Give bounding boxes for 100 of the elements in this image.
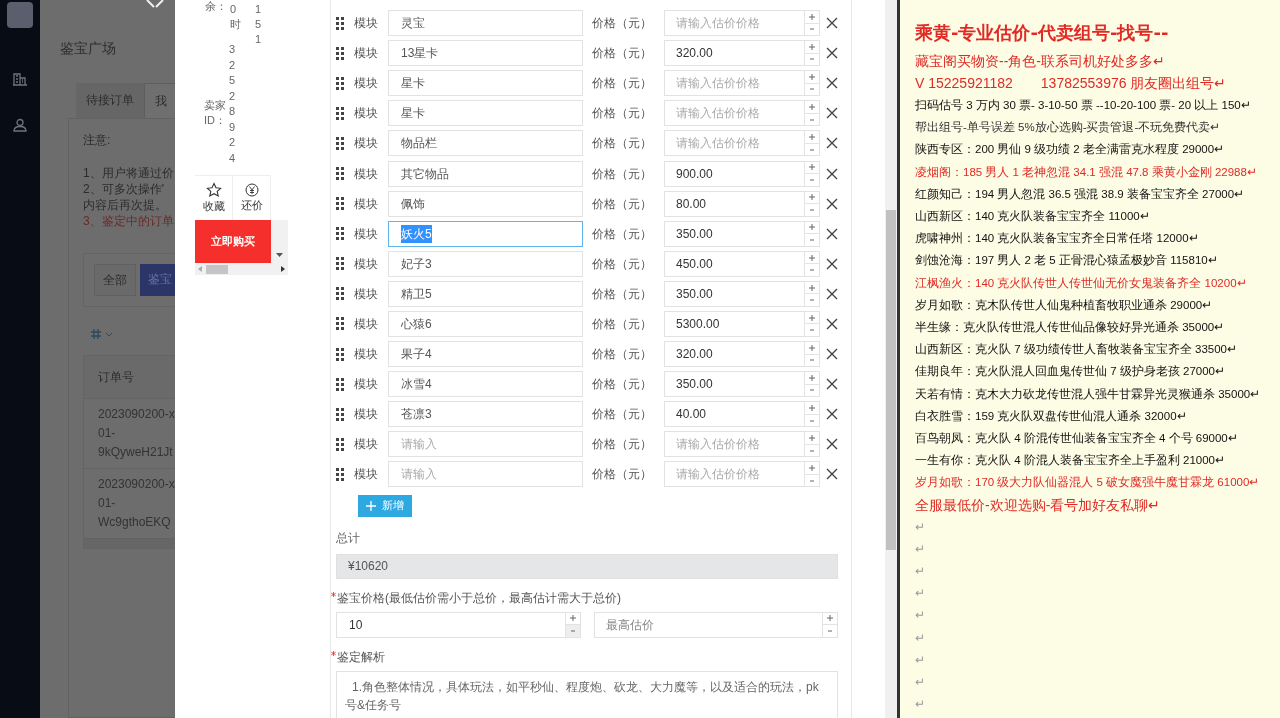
document-line: 陕西专区：200 男仙 9 级功绩 2 老全满雷克水程度 29000↵ [915,143,1225,156]
notice-line: 2、可多次操作' [83,181,165,197]
building-icon[interactable] [13,72,27,86]
close-icon[interactable] [826,47,838,60]
document-line: ↵ [915,676,925,689]
module-name-field[interactable]: 灵宝 [388,10,583,37]
drag-handle-icon[interactable] [336,437,344,451]
buy-now-button[interactable]: 立即购买 [195,220,271,263]
module-name-field[interactable]: 其它物品 [388,160,583,187]
drag-handle-icon[interactable] [336,106,344,120]
minus-icon [810,238,814,241]
document-line: ↵ [915,587,925,600]
drag-handle-icon[interactable] [336,76,344,90]
close-icon[interactable] [826,227,838,240]
close-icon[interactable] [826,438,838,451]
price-field[interactable]: 5300.00 [664,311,820,337]
close-icon[interactable] [826,408,838,421]
minus-icon [810,28,814,31]
close-icon[interactable] [826,167,838,180]
field-label: 价格（元） [592,316,653,333]
price-field[interactable]: 350.00 [664,220,820,247]
drag-handle-icon[interactable] [336,46,344,60]
drag-handle-icon[interactable] [336,317,344,331]
document-line: 江枫渔火：140 克火队传世人传世仙无价女鬼装备齐全 10200↵ [915,276,1247,289]
vertical-scrollbar[interactable] [885,0,897,718]
price-field[interactable]: 80.00 [664,190,820,217]
drag-handle-icon[interactable] [336,167,344,180]
close-icon[interactable] [826,318,838,330]
drag-handle-icon[interactable] [336,197,344,211]
minus-icon [571,629,575,632]
seller-info-text: 32528924 [229,42,237,166]
close-icon[interactable] [826,17,838,30]
field-label: 模块 [354,15,379,33]
scroll-left-icon [198,266,202,272]
vertical-scrollbar[interactable] [271,220,288,263]
close-icon[interactable] [826,77,838,90]
drag-handle-icon[interactable] [336,136,344,150]
close-icon[interactable] [826,137,838,150]
close-icon[interactable] [826,348,838,361]
close-icon[interactable] [826,197,838,210]
user-icon[interactable] [13,118,27,132]
field-label: 模块 [354,346,379,364]
price-field[interactable]: 320.00 [664,40,820,67]
document-line: 藏宝阁买物资--角色-联系司机好处多多↵ [915,53,1165,69]
drag-handle-icon[interactable] [336,377,344,391]
field-label: 模块 [354,406,379,424]
drag-handle-icon[interactable] [336,227,344,241]
field-label: 模块 [354,285,379,303]
drag-handle-icon[interactable] [336,257,344,271]
seller-info-text: 余： [205,0,227,12]
drag-handle-icon[interactable] [336,347,344,361]
field-label: 模块 [354,466,379,484]
close-icon[interactable] [826,287,838,300]
price-field[interactable]: 450.00 [664,250,820,277]
plus-icon [827,615,833,622]
price-field[interactable]: 900.00 [664,160,820,187]
plus-icon [570,615,576,622]
close-icon[interactable] [826,468,838,481]
module-name-field[interactable]: 13星卡 [388,40,583,67]
field-label: 模块 [354,135,379,153]
close-icon[interactable] [826,378,838,391]
max-price-field[interactable]: 最高估价 [594,611,838,638]
price-field[interactable]: 320.00 [664,341,820,368]
module-name-field[interactable]: 心猿6 [388,311,583,337]
plus-icon [809,194,815,201]
minus-icon [810,58,814,61]
module-name-field[interactable]: 佩饰 [388,190,583,217]
field-label: 模块 [354,316,379,333]
minus-icon [810,389,814,392]
field-label: 价格（元） [592,75,653,93]
close-icon[interactable] [826,107,838,120]
min-price-field[interactable]: 10 [336,611,581,638]
module-name-field[interactable]: 妃子3 [388,250,583,277]
horizontal-scrollbar[interactable] [195,263,288,275]
price-field[interactable]: 350.00 [664,371,820,398]
field-label: 价格（元） [592,105,653,123]
drag-handle-icon[interactable] [336,407,344,421]
document-line: 佳期良年：克火队混人回血鬼传世仙 7 级护身老孩 27000↵ [915,365,1225,378]
drag-handle-icon[interactable] [336,16,344,30]
price-field[interactable]: 350.00 [664,280,820,307]
seller-info-text: 151 [255,2,263,47]
field-label: 价格（元） [592,15,653,33]
module-name-field[interactable]: 冰雪4 [388,371,583,398]
field-label: 模块 [354,255,379,273]
close-icon[interactable] [826,257,838,270]
analysis-field[interactable]: 1.角色整体情况，具体玩法，如平秒仙、程度炮、砍龙、大力魔等，以及适合的玩法，pk号&任务号 [336,670,838,718]
price-field[interactable]: 40.00 [664,401,820,428]
drag-handle-icon[interactable] [336,287,344,301]
module-name-field[interactable]: 星卡 [388,100,583,127]
plus-icon [809,284,815,291]
field-label: 价格（元） [592,406,653,424]
drag-handle-icon[interactable] [336,467,344,481]
module-name-field[interactable]: 星卡 [388,70,583,97]
module-name-field[interactable]: 苍凛3 [388,401,583,428]
document-line: 岁月如歌：克木队传世人仙鬼种植畜牧职业通杀 29000↵ [915,298,1213,311]
plus-icon [809,374,815,381]
module-name-field[interactable]: 精卫5 [388,280,583,307]
module-name-field[interactable]: 物品栏 [388,130,583,157]
plus-icon [809,465,815,472]
module-name-field[interactable]: 果子4 [388,341,583,368]
